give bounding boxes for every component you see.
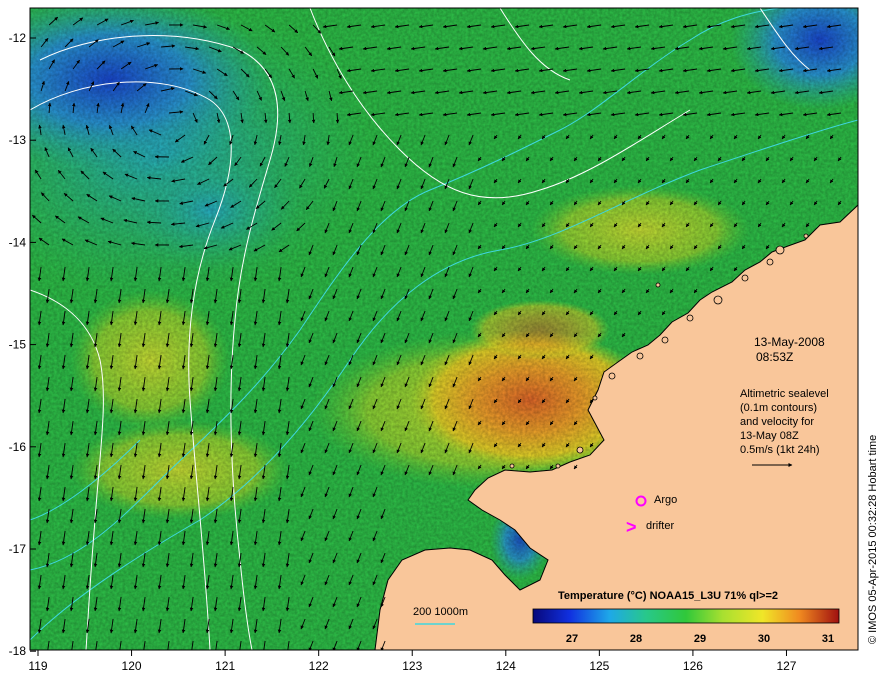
x-axis-ticks: 119 120 121 122 123 124 125 126 127 [28,650,797,673]
description-line: (0.1m contours) [740,402,817,414]
map-time: 08:53Z [756,350,793,364]
colorbar-tick-label: 27 [566,633,578,645]
colorbar-tick-label: 28 [630,633,642,645]
colorbar-tick-label: 30 [758,633,770,645]
description-line: 13-May 08Z [740,430,799,442]
argo-label: Argo [654,494,677,506]
credit-text: © IMOS 05-Apr-2015 00:32:28 Hobart time [867,435,879,644]
x-tick-label: 126 [683,659,703,673]
description-line: Altimetric sealevel [740,388,829,400]
drifter-marker-icon: > [626,517,637,537]
description-line: 0.5m/s (1kt 24h) [740,444,819,456]
y-tick-label: -12 [9,31,27,45]
x-tick-label: 123 [402,659,422,673]
velocity-arrow-icon [335,112,340,124]
y-tick-label: -18 [9,644,27,658]
x-tick-label: 119 [28,659,47,673]
colorbar-gradient [532,608,840,624]
x-tick-label: 121 [215,659,235,673]
x-tick-label: 122 [309,659,329,673]
x-tick-label: 125 [589,659,609,673]
map-date: 13-May-2008 [754,335,825,349]
description-line: and velocity for [740,416,814,428]
y-tick-label: -13 [9,133,27,147]
depth-label: 200 1000m [413,606,468,618]
x-tick-label: 127 [776,659,796,673]
colorbar-tick-label: 31 [822,633,834,645]
y-tick-label: -16 [9,440,27,454]
colorbar-tick-label: 29 [694,633,706,645]
y-tick-label: -15 [9,338,27,352]
sst-map: 119 120 121 122 123 124 125 126 127 -12 -13 -14 -15… [9,7,879,673]
drifter-label: drifter [646,520,674,532]
x-tick-label: 124 [496,659,516,673]
map-plot-area [30,8,858,650]
x-tick-label: 120 [122,659,142,673]
colorbar-title: Temperature (°C) NOAA15_L3U 71% ql>=2 [558,590,778,602]
y-tick-label: -17 [9,542,27,556]
y-tick-label: -14 [9,235,27,249]
